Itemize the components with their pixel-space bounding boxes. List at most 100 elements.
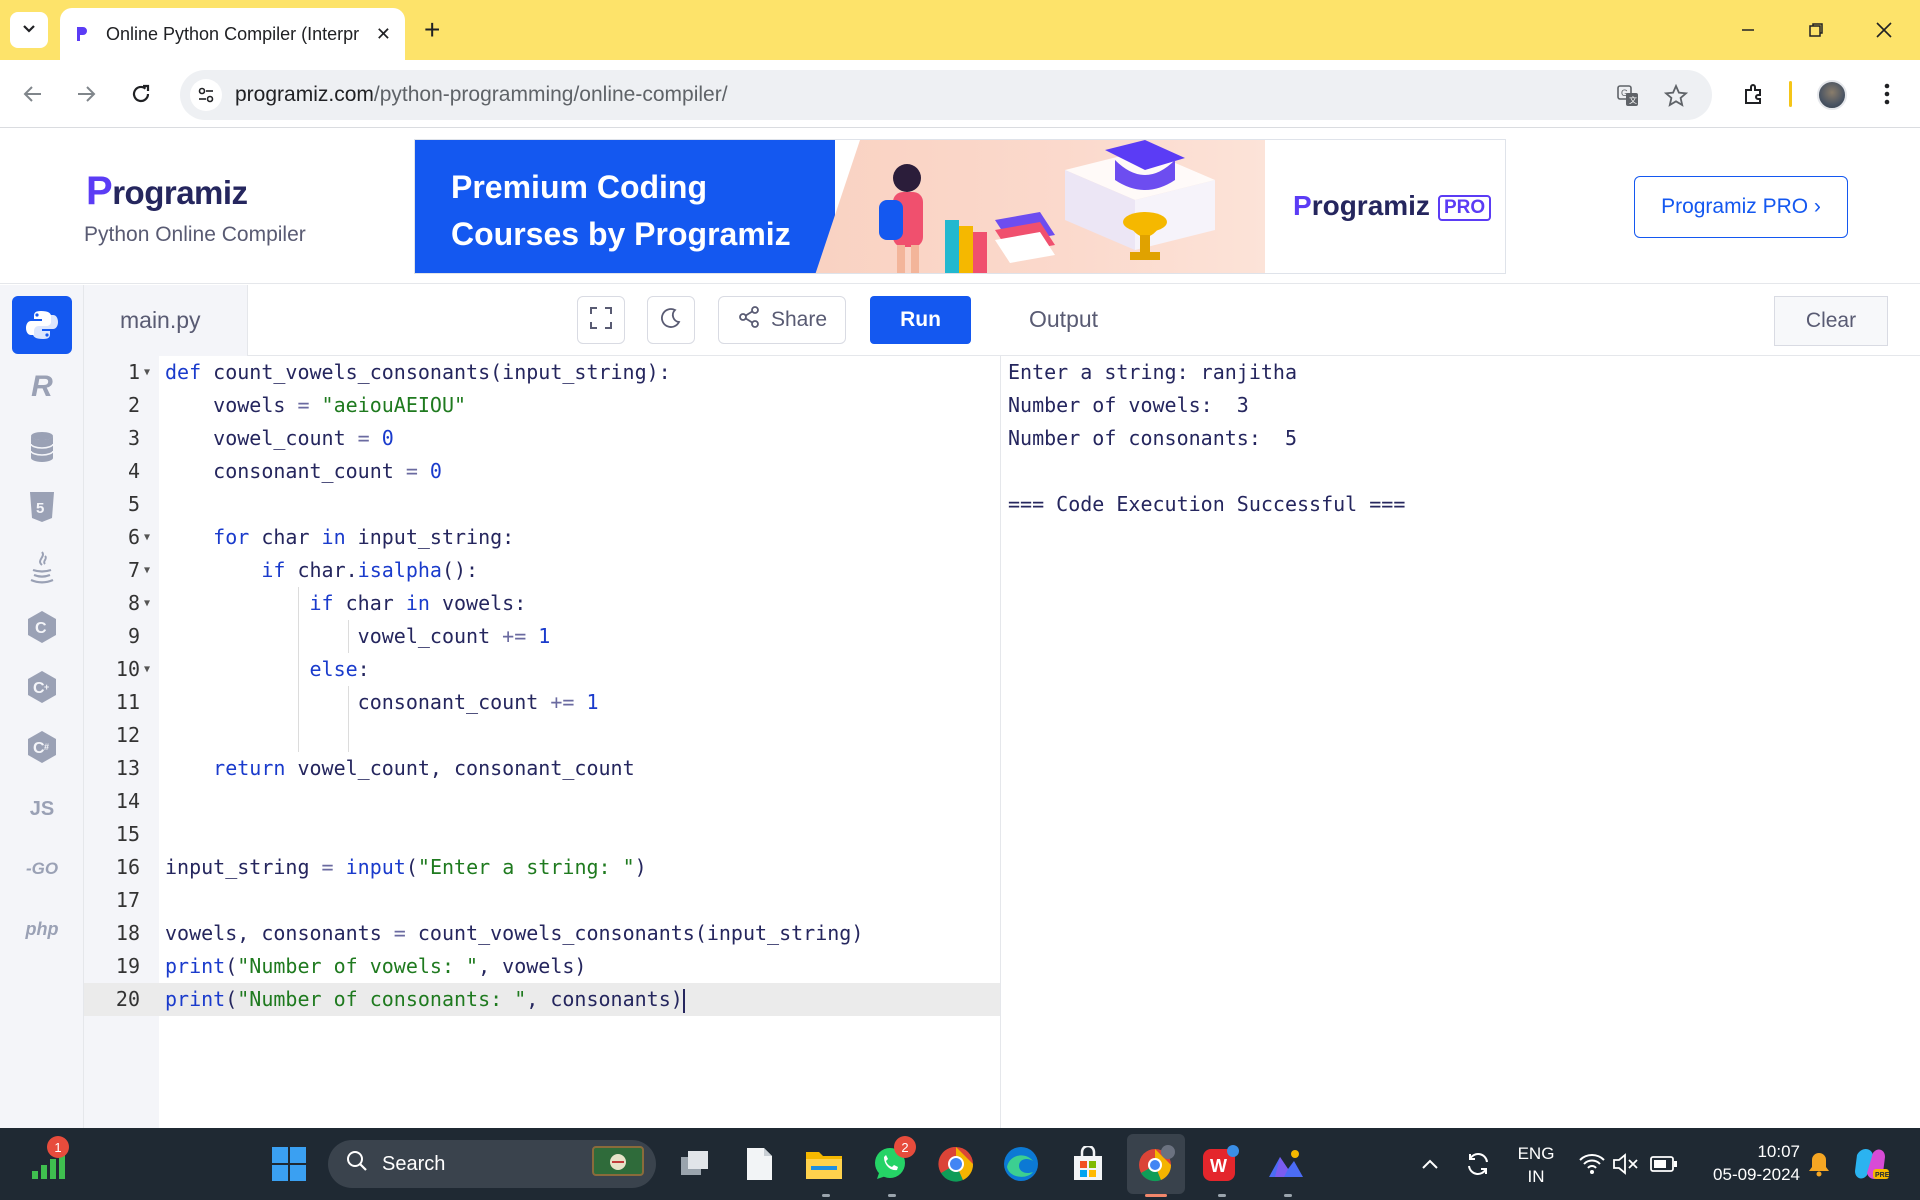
clock-date: 05-09-2024 (1713, 1165, 1800, 1184)
code-line: 19 print("Number of vowels: ", vowels) (84, 950, 1000, 983)
file-explorer-icon[interactable] (802, 1142, 846, 1186)
browser-menu-icon[interactable] (1871, 78, 1903, 110)
output-line: Number of vowels: 3 (1008, 393, 1249, 417)
lang-go-label: -GO (25, 859, 59, 878)
show-hidden-icons-chevron[interactable] (1408, 1142, 1452, 1186)
extensions-icon[interactable] (1738, 78, 1770, 110)
battery-icon[interactable] (1642, 1142, 1686, 1186)
browser-tab[interactable]: Online Python Compiler (Interpr ✕ (60, 8, 405, 60)
close-tab-icon[interactable]: ✕ (376, 24, 391, 45)
lang-more-icon[interactable] (12, 965, 72, 1023)
new-tab-button[interactable]: + (424, 14, 440, 46)
notepad-icon[interactable] (737, 1142, 781, 1186)
output-line: Enter a string: ranjitha (1008, 360, 1297, 384)
lang-csharp-icon[interactable]: C # (12, 718, 72, 776)
close-window-button[interactable] (1864, 12, 1904, 48)
code-line: 1 ▼ def count_vowels_consonants(input_str… (84, 356, 1000, 389)
edge-icon[interactable] (999, 1142, 1043, 1186)
translate-icon[interactable]: G文 (1614, 82, 1642, 110)
photos-app-icon[interactable] (1264, 1142, 1308, 1186)
lang-sql-icon[interactable] (12, 418, 72, 476)
input-language-line2: IN (1527, 1167, 1545, 1186)
file-tab-main-py[interactable]: main.py (84, 285, 248, 356)
running-indicator (1218, 1194, 1226, 1197)
lang-r-icon[interactable]: R (12, 358, 72, 416)
lang-cpp-icon[interactable]: C + (12, 658, 72, 716)
notification-bell-icon[interactable] (1797, 1142, 1841, 1186)
promo-banner[interactable]: Premium Coding Courses by Programiz Prog… (414, 139, 1506, 274)
fullscreen-button[interactable] (577, 296, 625, 344)
line-number: 19 (115, 954, 140, 978)
sync-icon[interactable] (1456, 1142, 1500, 1186)
lang-php-icon[interactable]: php (12, 900, 72, 958)
banner-logo-letter-p: P (1293, 190, 1312, 221)
line-number: 3 (127, 426, 140, 450)
forward-button[interactable] (70, 78, 102, 110)
run-button[interactable]: Run (870, 296, 971, 344)
restore-button[interactable] (1796, 12, 1836, 48)
wps-office-icon[interactable]: W (1198, 1142, 1242, 1186)
line-number: 4 (127, 459, 140, 483)
programiz-logo[interactable]: Programiz (86, 169, 248, 214)
chrome-profile-icon[interactable] (1134, 1142, 1178, 1186)
copilot-icon[interactable]: PRE (1848, 1142, 1892, 1186)
site-info-icon[interactable] (190, 79, 222, 111)
line-number: 11 (115, 690, 140, 714)
code-line: 13 return vowel_count, consonant_count (84, 752, 1000, 785)
line-number: 13 (115, 756, 140, 780)
clear-button[interactable]: Clear (1774, 296, 1888, 346)
lang-go-icon[interactable]: -GO (12, 840, 72, 898)
output-title: Output (1029, 306, 1099, 332)
code-line: 6 ▼ for char in input_string: (84, 521, 1000, 554)
code-line: 3 vowel_count = 0 (84, 422, 1000, 455)
back-button[interactable] (17, 78, 49, 110)
chrome-icon[interactable] (934, 1142, 978, 1186)
site-header: Programiz Python Online Compiler Premium… (0, 129, 1920, 284)
lang-c-label: C (35, 620, 47, 637)
banner-logo-panel: Programiz PRO (1265, 140, 1505, 273)
task-view-icon[interactable] (673, 1142, 717, 1186)
fullscreen-icon (589, 306, 613, 335)
code-editor[interactable]: 1 ▼ def count_vowels_consonants(input_str… (84, 356, 1001, 1128)
fold-arrow-icon[interactable]: ▼ (144, 587, 150, 620)
input-language[interactable]: ENG IN (1508, 1142, 1564, 1188)
fold-arrow-icon[interactable]: ▼ (144, 653, 150, 686)
lang-java-icon[interactable] (12, 538, 72, 596)
lang-python-icon[interactable] (12, 296, 72, 354)
svg-text:#: # (44, 742, 49, 752)
banner-illustration (815, 140, 1265, 273)
windows-start-icon[interactable] (267, 1142, 311, 1186)
url-host: programiz.com (235, 83, 374, 106)
programiz-pro-logo: Programiz PRO (1293, 190, 1492, 222)
dark-mode-button[interactable] (647, 296, 695, 344)
url-path: /python-programming/online-compiler/ (373, 83, 728, 106)
output-console[interactable]: Enter a string: ranjitha Number of vowel… (1001, 356, 1920, 1128)
svg-text:W: W (1210, 1156, 1227, 1176)
windows-taskbar: 1 Search 2 W ENG IN 10:07 05-09-2024 PRE (0, 1128, 1920, 1200)
lang-html-icon[interactable]: 5 (12, 478, 72, 536)
clock[interactable]: 10:07 05-09-2024 (1690, 1140, 1800, 1186)
programiz-pro-button[interactable]: Programiz PRO › (1634, 176, 1848, 238)
profile-avatar[interactable] (1817, 80, 1847, 110)
output-line: === Code Execution Successful === (1008, 492, 1406, 516)
taskbar-search[interactable]: Search (328, 1140, 656, 1188)
clock-time: 10:07 (1757, 1142, 1800, 1161)
pro-badge: PRO (1437, 194, 1492, 221)
code-line: 14 (84, 785, 1000, 818)
lang-c-icon[interactable]: C (12, 598, 72, 656)
line-number: 8 (127, 591, 140, 615)
line-number: 14 (115, 789, 140, 813)
minimize-button[interactable] (1728, 12, 1768, 48)
share-button[interactable]: Share (718, 296, 846, 344)
reload-button[interactable] (125, 78, 157, 110)
fold-arrow-icon[interactable]: ▼ (144, 554, 150, 587)
microsoft-store-icon[interactable] (1066, 1142, 1110, 1186)
fold-arrow-icon[interactable]: ▼ (144, 521, 150, 554)
lang-js-icon[interactable]: JS (12, 780, 72, 838)
tab-search-button[interactable] (10, 12, 48, 48)
address-bar[interactable]: programiz.com/python-programming/online-… (180, 70, 1712, 120)
line-number: 17 (115, 888, 140, 912)
fold-arrow-icon[interactable]: ▼ (144, 356, 150, 389)
line-number: 2 (127, 393, 140, 417)
bookmark-star-icon[interactable] (1662, 82, 1690, 110)
